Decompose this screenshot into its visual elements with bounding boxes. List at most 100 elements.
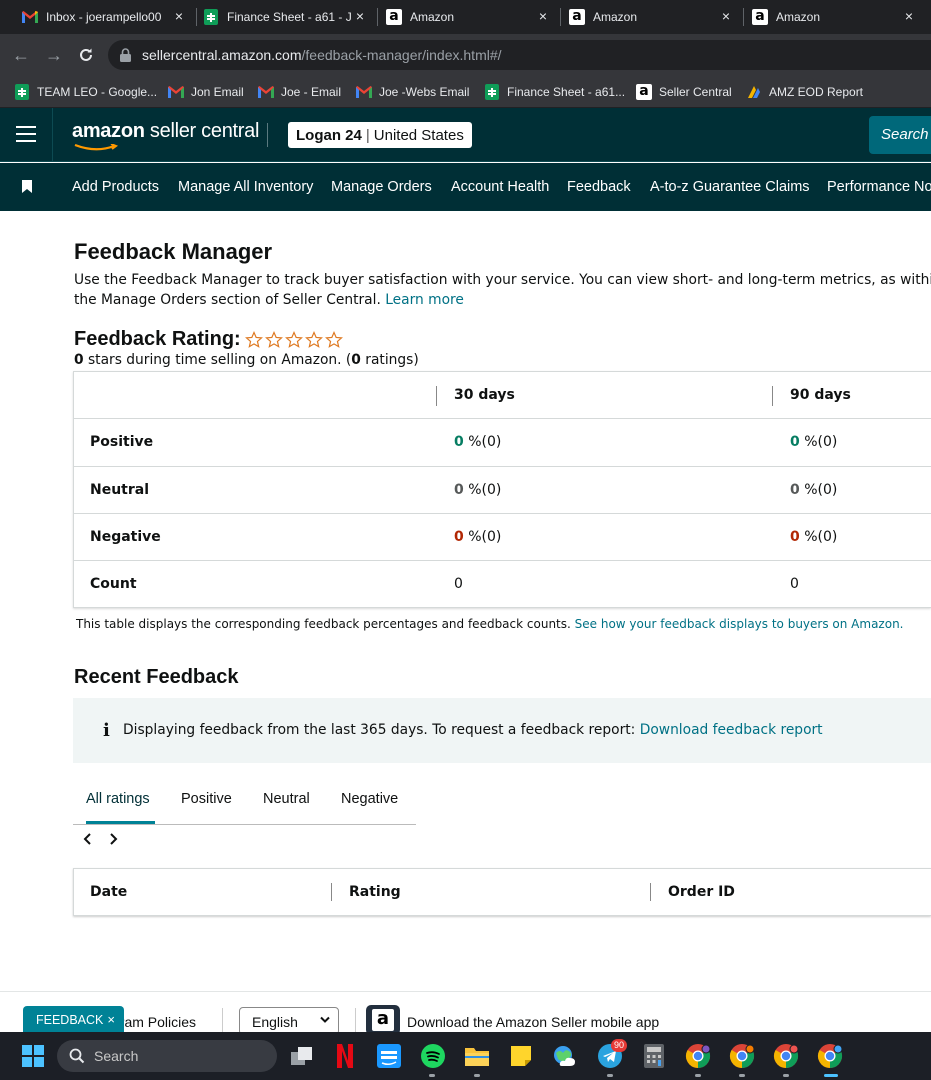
amazon-icon: a: [569, 9, 585, 25]
nav-feedback[interactable]: Feedback: [567, 179, 631, 195]
tab-title: Finance Sheet - a61 - J: [227, 10, 352, 24]
browser-tab-amazon-3[interactable]: a Amazon ×: [752, 0, 922, 34]
column-header-rating[interactable]: Rating: [349, 884, 401, 900]
amz-eod-icon: [746, 84, 762, 100]
bookmark-seller-central[interactable]: a Seller Central: [636, 82, 732, 102]
lock-icon: [120, 48, 131, 67]
task-view-icon[interactable]: [289, 1043, 315, 1069]
language-select[interactable]: English: [239, 1007, 339, 1035]
forward-arrow-icon[interactable]: →: [43, 44, 65, 66]
table-row: Negative 0 %(0) 0 %(0): [74, 513, 931, 561]
seller-central-logo[interactable]: amazon seller central: [72, 120, 259, 143]
active-tab-indicator: [86, 821, 155, 824]
info-alert: i Displaying feedback from the last 365 …: [73, 698, 931, 763]
column-header-date[interactable]: Date: [90, 884, 127, 900]
netflix-icon[interactable]: [332, 1043, 358, 1069]
main-nav: Add Products Manage All Inventory Manage…: [0, 163, 931, 211]
chevron-left-icon[interactable]: [76, 828, 98, 850]
recent-feedback-table: Date Rating Order ID: [73, 868, 931, 916]
calculator-icon[interactable]: [641, 1043, 667, 1069]
chrome-icon[interactable]: [773, 1043, 799, 1069]
close-icon[interactable]: ×: [536, 9, 550, 23]
program-policies-link[interactable]: gram Policies: [112, 1014, 196, 1030]
nav-manage-orders[interactable]: Manage Orders: [331, 179, 432, 195]
bookmark-team-leo[interactable]: TEAM LEO - Google...: [14, 82, 157, 102]
amazon-icon: a: [636, 84, 652, 100]
notification-badge: 90: [611, 1039, 628, 1052]
tab-neutral[interactable]: Neutral: [263, 791, 310, 807]
spotify-icon[interactable]: [420, 1043, 446, 1069]
buyer-display-link[interactable]: See how your feedback displays to buyers…: [575, 617, 904, 631]
browser-tab-gmail[interactable]: Inbox - joerampello00 ×: [22, 0, 192, 34]
search-icon: [69, 1048, 85, 1064]
nav-add-products[interactable]: Add Products: [72, 179, 159, 195]
nav-manage-inventory[interactable]: Manage All Inventory: [178, 179, 313, 195]
reload-icon[interactable]: [75, 44, 97, 66]
browser-tab-finance-sheet[interactable]: Finance Sheet - a61 - J ×: [203, 0, 373, 34]
tab-positive[interactable]: Positive: [181, 791, 232, 807]
close-icon[interactable]: ×: [353, 9, 367, 23]
bookmark-icon[interactable]: [22, 180, 32, 193]
nav-a-to-z-claims[interactable]: A-to-z Guarantee Claims: [650, 179, 810, 195]
bookmark-jon-email[interactable]: Jon Email: [168, 82, 244, 102]
gmail-icon: [22, 9, 38, 25]
learn-more-link[interactable]: Learn more: [385, 292, 464, 308]
amazon-seller-app-icon[interactable]: a: [366, 1005, 400, 1035]
tab-all-ratings[interactable]: All ratings: [86, 791, 150, 807]
search-button[interactable]: Search: [869, 116, 931, 154]
weather-icon[interactable]: [552, 1043, 578, 1069]
telegram-icon[interactable]: 90: [597, 1039, 628, 1069]
column-header-90-days: 90 days: [790, 387, 851, 403]
address-bar[interactable]: sellercentral.amazon.com/feedback-manage…: [108, 40, 931, 70]
bookmarks-bar: TEAM LEO - Google... Jon Email Joe - Ema…: [0, 76, 931, 108]
amazon-icon: a: [386, 9, 402, 25]
sheets-icon: [484, 84, 500, 100]
column-header-order-id[interactable]: Order ID: [668, 884, 735, 900]
gmail-icon: [168, 84, 184, 100]
bookmark-finance-sheet[interactable]: Finance Sheet - a61...: [484, 82, 625, 102]
taskbar-search[interactable]: Search: [57, 1040, 277, 1072]
chrome-icon[interactable]: [685, 1043, 711, 1069]
sheets-icon: [14, 84, 30, 100]
back-arrow-icon[interactable]: ←: [10, 44, 32, 66]
browser-tab-amazon-2[interactable]: a Amazon ×: [569, 0, 739, 34]
sticky-notes-icon[interactable]: [508, 1043, 534, 1069]
windows-start-icon[interactable]: [22, 1045, 44, 1067]
tab-title: Amazon: [410, 10, 455, 24]
bookmark-joe-email[interactable]: Joe - Email: [258, 82, 341, 102]
file-explorer-icon[interactable]: [464, 1043, 490, 1069]
gmail-icon: [258, 84, 274, 100]
chevron-right-icon[interactable]: [102, 828, 124, 850]
close-icon[interactable]: ×: [107, 1012, 115, 1027]
info-icon: i: [103, 720, 110, 741]
chrome-icon[interactable]: [729, 1043, 755, 1069]
chevron-down-icon: [320, 1016, 330, 1023]
rating-filter-tabs: All ratings Positive Neutral Negative: [73, 777, 416, 825]
menu-icon[interactable]: [16, 126, 36, 142]
page-footer: gram Policies English a Download the Ama…: [0, 991, 931, 1035]
nav-account-health[interactable]: Account Health: [451, 179, 549, 195]
tab-negative[interactable]: Negative: [341, 791, 398, 807]
table-row: Count 0 0: [74, 560, 931, 607]
download-report-link[interactable]: Download feedback report: [640, 722, 823, 738]
close-icon[interactable]: ×: [172, 9, 186, 23]
account-switcher[interactable]: Logan 24 | United States: [288, 122, 472, 148]
browser-toolbar: ← → sellercentral.amazon.com/feedback-ma…: [0, 34, 931, 76]
nav-performance-notifications[interactable]: Performance No: [827, 179, 931, 195]
tab-title: Inbox - joerampello00: [46, 10, 162, 24]
close-icon[interactable]: ×: [719, 9, 733, 23]
table-row: Neutral 0 %(0) 0 %(0): [74, 466, 931, 513]
gmail-icon: [356, 84, 372, 100]
download-app-link[interactable]: Download the Amazon Seller mobile app: [407, 1014, 659, 1030]
browser-tab-amazon-1[interactable]: a Amazon ×: [386, 0, 556, 34]
star-rating: [244, 330, 343, 349]
column-header-30-days: 30 days: [454, 387, 515, 403]
close-icon[interactable]: ×: [902, 9, 916, 23]
amazon-icon: a: [752, 9, 768, 25]
bookmark-joe-webs-email[interactable]: Joe -Webs Email: [356, 82, 469, 102]
prime-video-icon[interactable]: [376, 1043, 402, 1069]
feedback-button[interactable]: FEEDBACK ×: [23, 1006, 124, 1034]
amazon-smile-icon: [74, 144, 119, 151]
chrome-icon[interactable]: [817, 1043, 843, 1069]
bookmark-amz-eod-report[interactable]: AMZ EOD Report: [746, 82, 863, 102]
